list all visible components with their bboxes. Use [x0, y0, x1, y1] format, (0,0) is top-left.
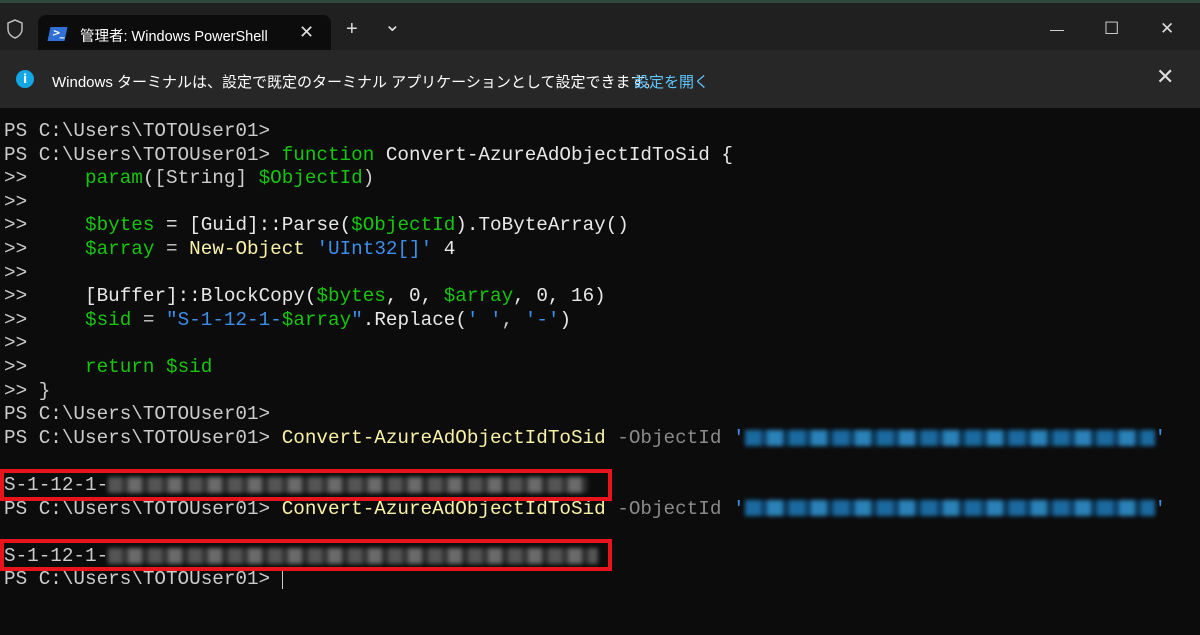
tab-powershell[interactable]: >_ 管理者: Windows PowerShell ✕: [38, 15, 331, 53]
info-banner: i Windows ターミナルは、設定で既定のターミナル アプリケーションとして…: [0, 50, 1200, 108]
tab-close-button[interactable]: ✕: [299, 22, 314, 43]
highlight-box: [0, 469, 612, 501]
terminal-line: PS C:\Users\TOTOUser01> function Convert…: [4, 143, 733, 166]
terminal-output[interactable]: PS C:\Users\TOTOUser01> PS C:\Users\TOTO…: [4, 120, 1166, 592]
title-bar: >_ 管理者: Windows PowerShell ✕ + ⌄ — ☐ ✕: [0, 0, 1200, 53]
terminal-line: >> $sid = "S-1-12-1-$array".Replace(' ',…: [4, 308, 572, 331]
text-cursor: [281, 569, 283, 590]
terminal-line: >> $array = New-Object 'UInt32[]' 4: [4, 237, 456, 260]
redacted-object-id: [744, 429, 1155, 446]
new-tab-button[interactable]: +: [346, 19, 358, 39]
tab-dropdown-button[interactable]: ⌄: [384, 15, 401, 35]
tab-title: 管理者: Windows PowerShell: [80, 29, 268, 45]
terminal-line: >> [Buffer]::BlockCopy($bytes, 0, $array…: [4, 285, 606, 308]
terminal-line: >> $bytes = [Guid]::Parse($ObjectId).ToB…: [4, 214, 629, 237]
terminal-line: >> param([String] $ObjectId): [4, 167, 375, 190]
highlight-box: [0, 539, 612, 571]
terminal-line: PS C:\Users\TOTOUser01>: [4, 120, 282, 142]
minimize-button[interactable]: —: [1050, 19, 1064, 39]
banner-message: Windows ターミナルは、設定で既定のターミナル アプリケーションとして設定…: [52, 74, 659, 91]
maximize-button[interactable]: ☐: [1104, 19, 1119, 39]
terminal-line: >> return $sid: [4, 355, 213, 378]
shield-icon: [7, 19, 23, 39]
powershell-icon: >_: [47, 27, 68, 41]
close-window-button[interactable]: ✕: [1160, 19, 1174, 39]
terminal-line: >> }: [4, 379, 51, 402]
open-settings-link[interactable]: 設定を開く: [634, 71, 709, 92]
terminal-line: PS C:\Users\TOTOUser01> Convert-AzureAdO…: [4, 426, 1167, 449]
redacted-object-id: [744, 500, 1155, 517]
info-icon: i: [16, 70, 34, 88]
terminal-line: PS C:\Users\TOTOUser01>: [4, 568, 283, 591]
banner-close-button[interactable]: ✕: [1156, 64, 1174, 90]
